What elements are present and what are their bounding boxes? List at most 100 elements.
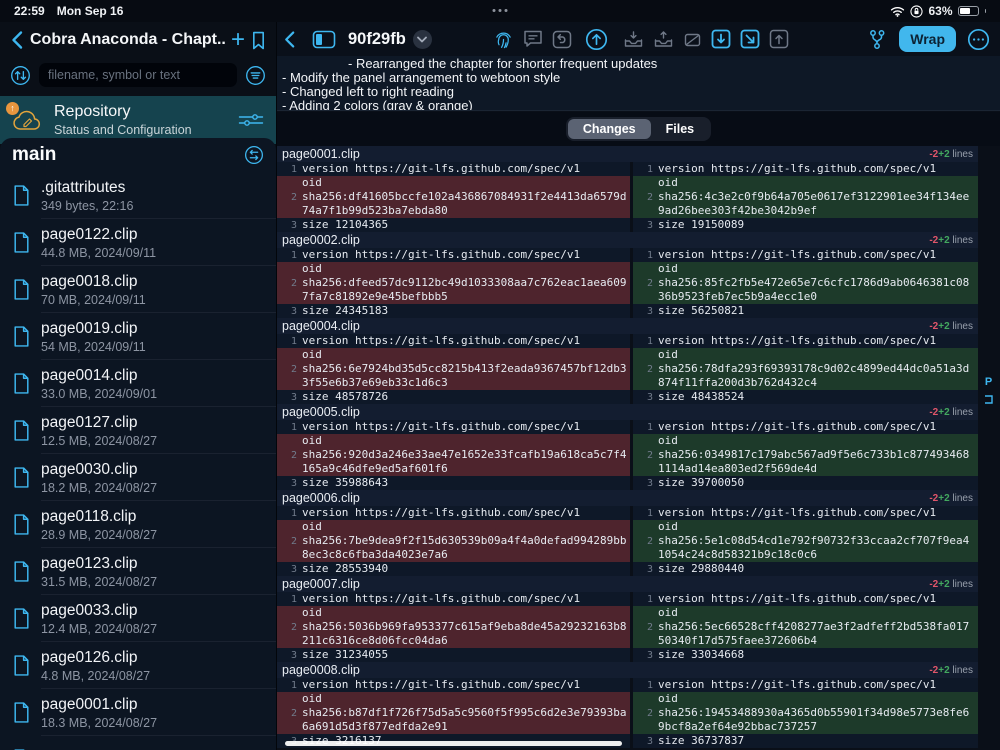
more-icon[interactable]	[967, 28, 990, 51]
diff-pane-new: 1version https://git-lfs.github.com/spec…	[633, 592, 978, 662]
back-chevron-icon[interactable]	[10, 30, 24, 50]
comment-icon[interactable]	[523, 30, 543, 48]
tray-upload-icon[interactable]	[653, 30, 674, 49]
commit-message-line: - Modify the panel arrangement to webtoo…	[282, 71, 994, 85]
tab-changes[interactable]: Changes	[568, 119, 651, 139]
box-arrow-diagonal-icon[interactable]	[740, 29, 760, 49]
diff-stats: -2+2 lines	[929, 579, 973, 590]
document-icon	[13, 373, 30, 394]
box-arrow-up-icon[interactable]	[769, 29, 789, 49]
toolbar: 90f29fb	[277, 22, 1000, 56]
commit-dropdown-icon[interactable]	[413, 30, 432, 49]
diff-file-header[interactable]: page0002.clip -2+2 lines	[277, 232, 978, 248]
branch-card: main .gitattributes 349 bytes, 22:16	[0, 138, 276, 750]
sidebar: Cobra Anaconda - Chapt... + ↑	[0, 22, 276, 750]
file-row[interactable]: .gitattributes 349 bytes, 22:16	[0, 172, 276, 219]
diff-file-header[interactable]: page0004.clip -2+2 lines	[277, 318, 978, 334]
diff-file-header[interactable]: page0005.clip -2+2 lines	[277, 404, 978, 420]
file-name: page0123.clip	[41, 555, 157, 573]
diff-file-header[interactable]: page0001.clip -2+2 lines	[277, 146, 978, 162]
file-name: .gitattributes	[41, 179, 133, 197]
box-arrow-down-icon[interactable]	[711, 29, 731, 49]
file-row[interactable]: page0123.clip 31.5 MB, 2024/08/27	[0, 548, 276, 595]
diff-block: page0005.clip -2+2 lines 1version https:…	[277, 404, 978, 490]
document-icon	[13, 702, 30, 723]
commit-message-line: - Rearranged the chapter for shorter fre…	[348, 57, 994, 71]
diff-file-name: page0005.clip	[282, 404, 360, 420]
diff-file-header[interactable]: page0008.clip -2+2 lines	[277, 662, 978, 678]
diff-line: 1version https://git-lfs.github.com/spec…	[277, 420, 630, 434]
diff-block: page0001.clip -2+2 lines 1version https:…	[277, 146, 978, 232]
branch-name: main	[12, 144, 56, 166]
diff-block: page0004.clip -2+2 lines 1version https:…	[277, 318, 978, 404]
file-row[interactable]: page0033.clip 12.4 MB, 2024/08/27	[0, 595, 276, 642]
file-name: page0118.clip	[41, 508, 157, 526]
search-input[interactable]	[39, 63, 237, 87]
diff-line: 1version https://git-lfs.github.com/spec…	[277, 506, 630, 520]
diff-line: 3size 28553940	[277, 562, 630, 576]
branch-header[interactable]: main	[0, 138, 276, 172]
filter-icon[interactable]	[245, 65, 266, 86]
diff-pane-new: 1version https://git-lfs.github.com/spec…	[633, 678, 978, 748]
file-row[interactable]: page0002.clip	[0, 736, 276, 750]
diff-line: 2oid sha256:b87df1f726f75d5a5c9560f5f995…	[277, 692, 630, 734]
undo-icon[interactable]	[552, 30, 572, 49]
diff-line: 1version https://git-lfs.github.com/spec…	[633, 334, 978, 348]
file-row[interactable]: page0030.clip 18.2 MB, 2024/08/27	[0, 454, 276, 501]
fingerprint-icon[interactable]	[493, 29, 514, 50]
file-row[interactable]: page0014.clip 33.0 MB, 2024/09/01	[0, 360, 276, 407]
file-row[interactable]: page0019.clip 54 MB, 2024/09/11	[0, 313, 276, 360]
document-icon	[13, 514, 30, 535]
sort-icon[interactable]	[10, 65, 31, 86]
diff-pane-new: 1version https://git-lfs.github.com/spec…	[633, 420, 978, 490]
screen: 22:59 Mon Sep 16 63%	[0, 0, 1000, 750]
multitask-indicator-icon[interactable]	[493, 9, 508, 12]
file-meta: 4.8 MB, 2024/08/27	[41, 669, 150, 683]
diff-pane-old: 1version https://git-lfs.github.com/spec…	[277, 678, 630, 748]
side-handle[interactable]: P	[984, 376, 993, 404]
diff-line: 3size 33034668	[633, 648, 978, 662]
diff-line: 3size 35988643	[277, 476, 630, 490]
file-row[interactable]: page0122.clip 44.8 MB, 2024/09/11	[0, 219, 276, 266]
file-row[interactable]: page0018.clip 70 MB, 2024/09/11	[0, 266, 276, 313]
document-icon	[13, 279, 30, 300]
date: Mon Sep 16	[57, 4, 124, 18]
file-name: page0033.clip	[41, 602, 157, 620]
diff-line: 2oid sha256:5e1c08d54cd1e792f90732f33cca…	[633, 520, 978, 562]
sidebar-item-repository[interactable]: ↑ Repository Status and Configuration	[0, 96, 276, 144]
wrap-button[interactable]: Wrap	[899, 26, 956, 52]
horizontal-scrollbar[interactable]	[285, 741, 622, 746]
crop-diagonal-icon[interactable]	[683, 30, 702, 49]
diff-stats: -2+2 lines	[929, 149, 973, 160]
diff-file-header[interactable]: page0006.clip -2+2 lines	[277, 490, 978, 506]
diff-pane-old: 1version https://git-lfs.github.com/spec…	[277, 162, 630, 232]
file-row[interactable]: page0001.clip 18.3 MB, 2024/08/27	[0, 689, 276, 736]
diff-pane-new: 1version https://git-lfs.github.com/spec…	[633, 248, 978, 318]
tray-download-icon[interactable]	[623, 30, 644, 49]
diff-line: 2oid sha256:5036b969fa953377c615af9eba8d…	[277, 606, 630, 648]
diff-pane-new: 1version https://git-lfs.github.com/spec…	[633, 506, 978, 576]
file-row[interactable]: page0118.clip 28.9 MB, 2024/08/27	[0, 501, 276, 548]
add-button[interactable]: +	[231, 30, 245, 50]
tab-files[interactable]: Files	[651, 119, 710, 139]
upload-circle-icon[interactable]	[585, 28, 608, 51]
file-row[interactable]: page0127.clip 12.5 MB, 2024/08/27	[0, 407, 276, 454]
sidebar-panel-icon[interactable]	[312, 30, 336, 49]
diff-line: 1version https://git-lfs.github.com/spec…	[633, 248, 978, 262]
diff-line: 3size 29880440	[633, 562, 978, 576]
branch-icon[interactable]	[867, 29, 887, 50]
file-list: .gitattributes 349 bytes, 22:16 page0122…	[0, 172, 276, 750]
file-name: page0014.clip	[41, 367, 157, 385]
file-meta: 54 MB, 2024/09/11	[41, 340, 146, 354]
diff-file-header[interactable]: page0007.clip -2+2 lines	[277, 576, 978, 592]
sliders-icon[interactable]	[238, 111, 264, 129]
diff-line: 3size 19150089	[633, 218, 978, 232]
diff-file-name: page0004.clip	[282, 318, 360, 334]
bookmark-icon[interactable]	[251, 31, 266, 50]
file-row[interactable]: page0126.clip 4.8 MB, 2024/08/27	[0, 642, 276, 689]
diff-block: page0008.clip -2+2 lines 1version https:…	[277, 662, 978, 748]
diff-line: 1version https://git-lfs.github.com/spec…	[277, 248, 630, 262]
diff-stats: -2+2 lines	[929, 407, 973, 418]
switch-branch-icon[interactable]	[244, 145, 264, 165]
back-chevron-icon[interactable]	[283, 30, 296, 49]
